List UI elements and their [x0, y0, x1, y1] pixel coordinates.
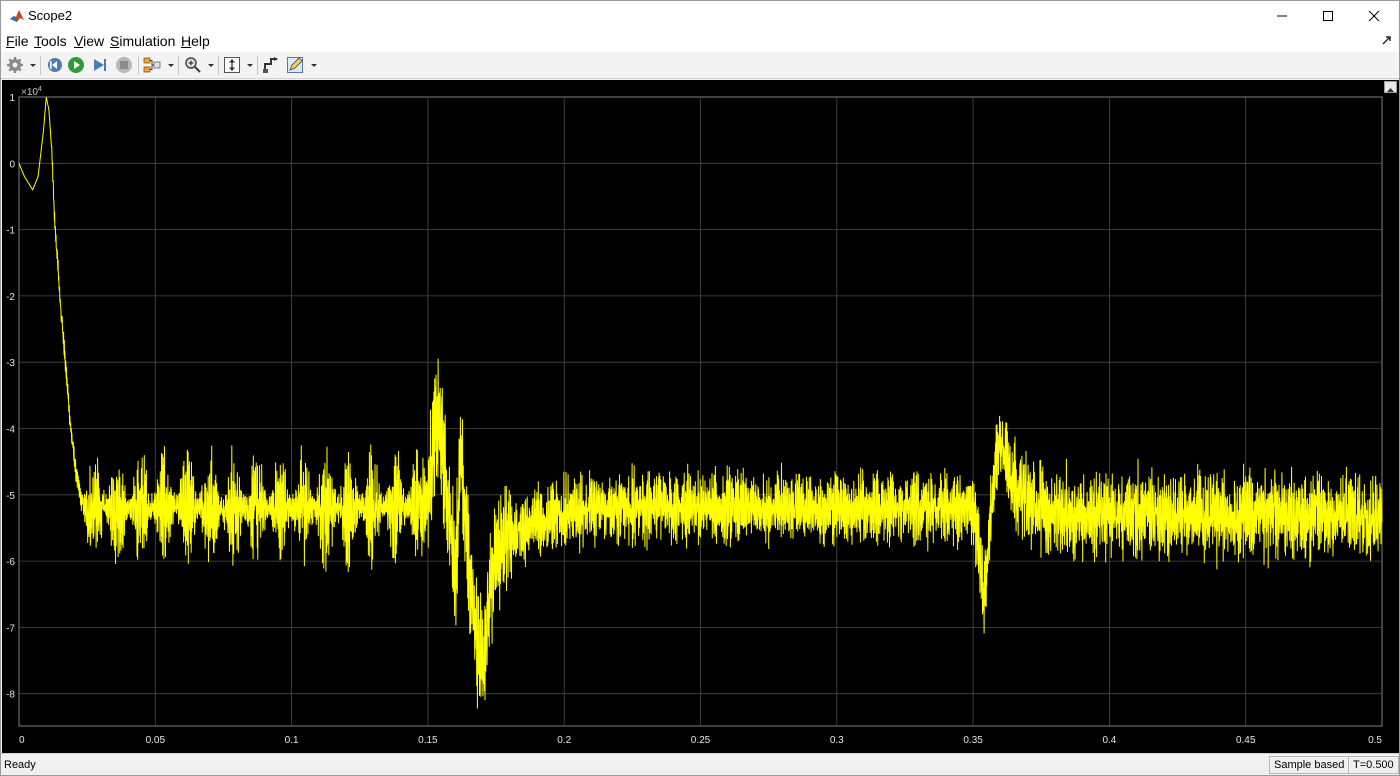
x-tick-label: 0.5 — [1368, 735, 1382, 746]
undock-arrow-icon — [1387, 88, 1394, 92]
plot-undock-button[interactable] — [1384, 81, 1397, 93]
x-tick-label: 0.3 — [830, 735, 844, 746]
x-tick-label: 0.45 — [1236, 735, 1256, 746]
menu-file[interactable]: File — [6, 33, 29, 49]
menu-view-mnemonic: V — [74, 33, 84, 49]
x-tick-label: 0.2 — [557, 735, 571, 746]
toolbar-separator — [178, 56, 179, 75]
x-tick-label: 0.25 — [691, 735, 711, 746]
menu-tools-mnemonic: T — [34, 33, 41, 49]
y-tick-label: -8 — [6, 690, 15, 701]
step-forward-icon[interactable] — [91, 56, 109, 74]
title-bar: Scope2 — [1, 1, 1399, 31]
settings-dropdown-arrow[interactable] — [30, 64, 36, 67]
y-tick-label: -5 — [6, 491, 15, 502]
scale-axes-icon[interactable] — [223, 56, 241, 74]
menu-help-mnemonic: H — [181, 33, 192, 49]
menu-help-label: elp — [191, 33, 210, 49]
y-tick-label: -1 — [6, 226, 15, 237]
maximize-button[interactable] — [1305, 1, 1351, 31]
toolbar-separator — [138, 56, 139, 75]
step-back-icon[interactable] — [45, 56, 63, 74]
toolbar-separator — [218, 56, 219, 75]
x-tick-label: 0.1 — [285, 735, 299, 746]
zoom-icon[interactable] — [184, 56, 202, 74]
stop-icon[interactable] — [115, 56, 133, 74]
minimize-icon — [1277, 15, 1287, 17]
close-icon — [1368, 10, 1380, 22]
status-bar: Ready Sample based T=0.500 — [1, 753, 1399, 775]
x-tick-label: 0.05 — [146, 735, 166, 746]
menu-file-mnemonic: F — [6, 33, 15, 49]
y-tick-label: 0 — [9, 159, 15, 170]
y-tick-label: -6 — [6, 557, 15, 568]
toolbar-separator — [40, 56, 41, 75]
menu-tools-label: ools — [41, 33, 67, 49]
highlight-simulink-block-icon[interactable] — [143, 56, 161, 74]
menu-simulation-mnemonic: S — [110, 33, 120, 49]
menu-tools[interactable]: Tools — [34, 33, 67, 49]
scope-display[interactable]: 0 0.05 0.1 0.15 0.2 0.25 0.3 0.35 0.4 0.45 0.5 1 0 -1… — [2, 80, 1399, 753]
style-dropdown-arrow[interactable] — [311, 64, 317, 67]
zoom-dropdown-arrow[interactable] — [208, 64, 214, 67]
y-tick-label: -2 — [6, 292, 15, 303]
menu-bar: File Tools View Simulation Help — [1, 31, 1399, 52]
minimize-button[interactable] — [1259, 1, 1305, 31]
scale-dropdown-arrow[interactable] — [247, 64, 253, 67]
undock-icon[interactable] — [1381, 34, 1393, 46]
maximize-icon — [1323, 11, 1333, 21]
y-tick-label: -4 — [6, 425, 15, 436]
toolbar-separator — [257, 56, 258, 75]
sim-time-indicator: T=0.500 — [1348, 756, 1399, 774]
x-tick-label: 0.4 — [1102, 735, 1116, 746]
sample-mode-indicator: Sample based — [1269, 756, 1350, 774]
x-tick-label: 0 — [19, 735, 25, 746]
menu-help[interactable]: Help — [181, 33, 210, 49]
run-icon[interactable] — [67, 56, 85, 74]
menu-view[interactable]: View — [74, 33, 104, 49]
x-tick-label: 0.35 — [963, 735, 983, 746]
scope-plot[interactable]: 0 0.05 0.1 0.15 0.2 0.25 0.3 0.35 0.4 0.45 0.5 1 0 -1… — [2, 80, 1399, 753]
status-ready-text: Ready — [4, 759, 36, 771]
settings-icon[interactable] — [6, 56, 24, 74]
close-button[interactable] — [1351, 1, 1397, 31]
matlab-icon — [9, 8, 25, 24]
menu-view-label: iew — [83, 33, 105, 49]
highlight-dropdown-arrow[interactable] — [168, 64, 174, 67]
restore-view-icon[interactable] — [262, 56, 280, 74]
scope-window: Scope2 File Tools View Simulation Help 0… — [0, 0, 1400, 776]
grid-lines — [18, 96, 1383, 727]
y-tick-label: 1 — [9, 93, 15, 104]
x-tick-label: 0.15 — [418, 735, 438, 746]
tick-labels: 0 0.05 0.1 0.15 0.2 0.25 0.3 0.35 0.4 0.45 0.5 1 0 -1… — [6, 93, 1382, 746]
y-tick-label: -3 — [6, 358, 15, 369]
menu-file-label: ile — [14, 33, 29, 49]
toolbar — [1, 52, 1399, 79]
y-axis-exponent-power: 4 — [38, 86, 42, 93]
window-title: Scope2 — [28, 8, 73, 23]
y-axis-exponent: ×104 — [21, 86, 42, 98]
edit-style-icon[interactable] — [286, 56, 304, 74]
menu-simulation-label: imulation — [119, 33, 176, 49]
menu-simulation[interactable]: Simulation — [110, 33, 175, 49]
y-axis-exponent-base: ×10 — [21, 87, 38, 98]
y-tick-label: -7 — [6, 623, 15, 634]
